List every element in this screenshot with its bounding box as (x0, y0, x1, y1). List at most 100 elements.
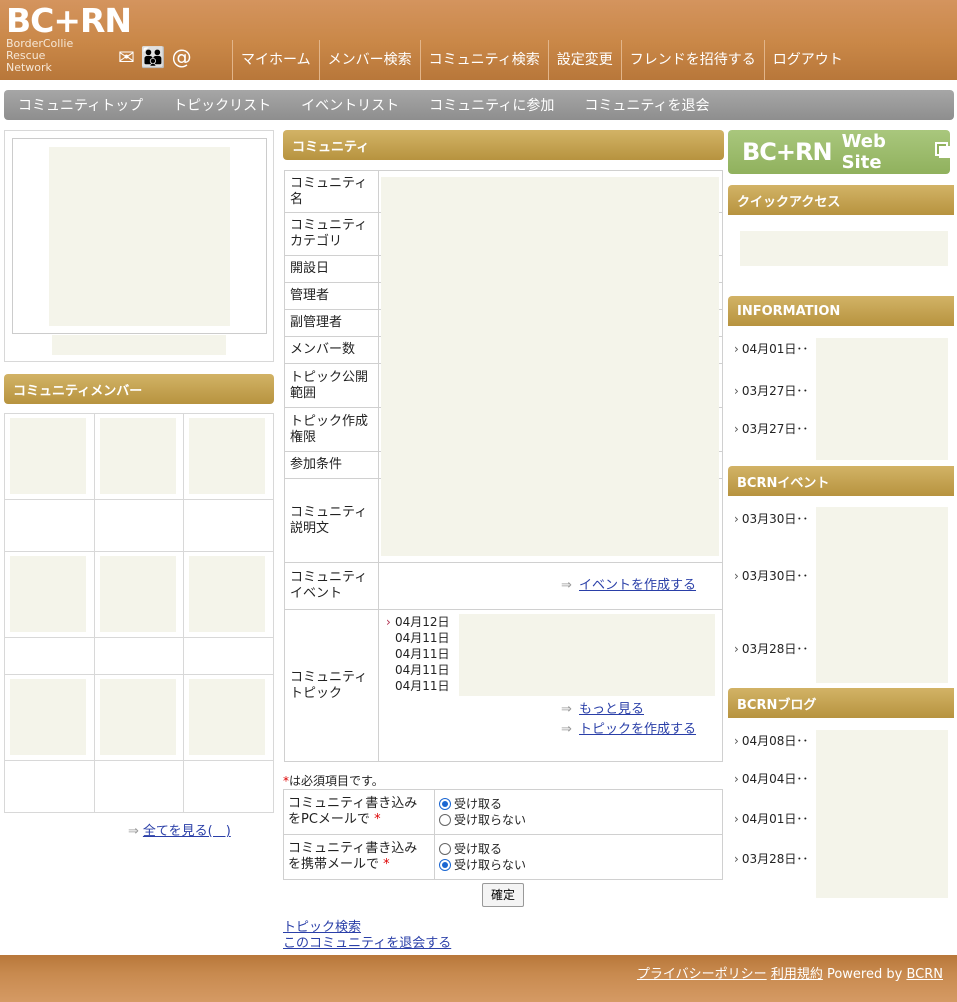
member-thumbnail[interactable] (10, 679, 86, 755)
member-thumbnail[interactable] (99, 679, 176, 755)
events-block[interactable] (816, 507, 948, 683)
leave-community-link[interactable]: このコミュニティを退会する (283, 936, 451, 951)
member-thumbnail[interactable] (10, 418, 86, 494)
logo[interactable]: BC+RN BorderCollie Rescue Network (6, 4, 132, 78)
member-thumbnail[interactable] (99, 418, 176, 494)
field-open-date: 開設日 (284, 255, 379, 283)
radio-selected-icon[interactable] (439, 859, 451, 871)
arrow-right-icon: ⇒ (128, 824, 139, 839)
blog-date: 04月08日･･ (741, 734, 809, 748)
community-photo[interactable] (49, 147, 230, 326)
subnav-event-list[interactable]: イベントリスト (301, 95, 399, 115)
event-date: 03月30日･･ (741, 569, 809, 583)
see-all-link[interactable]: 全てを見る( ) (143, 824, 231, 839)
chevron-right-icon: › (734, 512, 739, 526)
information-block[interactable] (816, 338, 948, 460)
mobile-mail-decline[interactable]: 受け取らない (439, 857, 718, 873)
create-topic-link[interactable]: トピックを作成する (579, 722, 696, 737)
at-icon[interactable]: @ (172, 45, 192, 69)
field-admin: 管理者 (284, 282, 379, 310)
subnav-community-top[interactable]: コミュニティトップ (18, 95, 143, 115)
info-date: 03月27日･･ (741, 384, 809, 398)
topic-date: 04月12日 (395, 615, 450, 629)
member-thumbnail[interactable] (10, 556, 86, 632)
member-cell (4, 551, 95, 638)
field-community-category: コミュニティカテゴリ (284, 212, 379, 256)
field-topic-visibility: トピック公開範囲 (284, 363, 379, 408)
community-photo-box (4, 130, 274, 362)
nav-invite-friend[interactable]: フレンドを招待する (620, 40, 764, 80)
pc-mail-options: 受け取る 受け取らない (434, 789, 723, 835)
field-topic-permission: トピック作成権限 (284, 407, 379, 452)
quick-access-block[interactable] (740, 231, 948, 266)
topics-cell: › 04月12日 04月11日 04月11日 04月11日 04月11日 ⇒ もっ… (378, 609, 723, 762)
bcrn-link[interactable]: BCRN (906, 967, 943, 982)
create-event-row: ⇒ イベントを作成する (379, 578, 722, 594)
blog-date: 04月01日･･ (741, 812, 809, 826)
required-note-text: は必須項目です。 (289, 774, 384, 788)
field-sub-admin: 副管理者 (284, 309, 379, 337)
pc-mail-label: コミュニティ書き込みをPCメールで * (283, 789, 435, 835)
nav-my-home[interactable]: マイホーム (232, 40, 319, 80)
member-cell (183, 413, 274, 500)
mobile-mail-options: 受け取る 受け取らない (434, 834, 723, 880)
member-thumbnail[interactable] (189, 679, 266, 755)
member-cell (93, 413, 185, 500)
chevron-right-icon: › (734, 642, 739, 656)
member-thumbnail[interactable] (189, 556, 266, 632)
privacy-policy-link[interactable]: プライバシーポリシー (637, 967, 767, 982)
pc-mail-receive[interactable]: 受け取る (439, 796, 718, 812)
create-event-link[interactable]: イベントを作成する (579, 578, 696, 593)
mobile-mail-receive[interactable]: 受け取る (439, 841, 718, 857)
field-events: コミュニティイベント (284, 562, 379, 610)
member-name-cell (93, 637, 185, 675)
nav-member-search[interactable]: メンバー検索 (318, 40, 420, 80)
info-item: › 03月27日･･ (734, 420, 808, 437)
more-topics-link[interactable]: もっと見る (579, 702, 644, 717)
header: BC+RN BorderCollie Rescue Network ✉ 👪 @ … (0, 0, 957, 80)
community-subnav: コミュニティトップ トピックリスト イベントリスト コミュニティに参加 コミュニ… (4, 90, 954, 120)
chevron-right-icon: › (734, 384, 739, 398)
member-cell (93, 551, 185, 638)
radio-icon[interactable] (439, 843, 451, 855)
event-item: › 03月30日･･ (734, 567, 808, 584)
nav-community-search[interactable]: コミュニティ検索 (419, 40, 548, 80)
member-thumbnail[interactable] (99, 556, 176, 632)
nav-logout[interactable]: ログアウト (763, 40, 851, 80)
member-cell (183, 551, 274, 638)
event-item: › 03月30日･･ (734, 510, 808, 527)
chevron-right-icon: › (734, 772, 739, 786)
required-mark: * (374, 812, 381, 827)
see-all-members: ⇒ 全てを見る( ) (128, 820, 231, 839)
mail-settings-table: コミュニティ書き込みをPCメールで * 受け取る 受け取らない コミュニティ書き… (283, 789, 723, 880)
header-icons: ✉ 👪 @ (118, 42, 192, 72)
mail-icon[interactable]: ✉ (118, 45, 135, 69)
option-label: 受け取る (454, 797, 503, 811)
pc-mail-decline[interactable]: 受け取らない (439, 812, 718, 828)
topic-search-link[interactable]: トピック検索 (283, 920, 361, 935)
bottom-links: トピック検索 このコミュニティを退会する (283, 920, 451, 952)
chevron-right-icon: › (734, 569, 739, 583)
member-name-cell (183, 499, 274, 552)
subnav-join-community[interactable]: コミュニティに参加 (429, 95, 554, 115)
terms-link[interactable]: 利用規約 (771, 967, 823, 982)
friends-icon[interactable]: 👪 (141, 45, 166, 69)
radio-icon[interactable] (439, 814, 451, 826)
blog-block[interactable] (816, 730, 948, 898)
blog-date: 03月28日･･ (741, 852, 809, 866)
subnav-leave-community[interactable]: コミュニティを退会 (584, 95, 709, 115)
member-name-cell (4, 760, 95, 813)
subnav-topic-list[interactable]: トピックリスト (173, 95, 271, 115)
member-thumbnail[interactable] (189, 418, 266, 494)
member-name-cell (4, 637, 95, 675)
community-info-values-block (381, 177, 719, 556)
chevron-right-icon: › (734, 852, 739, 866)
confirm-button[interactable]: 確定 (482, 883, 525, 907)
member-name-cell (93, 499, 185, 552)
info-item: › 03月27日･･ (734, 382, 808, 399)
nav-settings[interactable]: 設定変更 (547, 40, 621, 80)
website-banner[interactable]: BC+RN Web Site (728, 130, 950, 174)
option-label: 受け取る (454, 842, 503, 856)
required-mark: * (383, 857, 390, 872)
radio-selected-icon[interactable] (439, 798, 451, 810)
